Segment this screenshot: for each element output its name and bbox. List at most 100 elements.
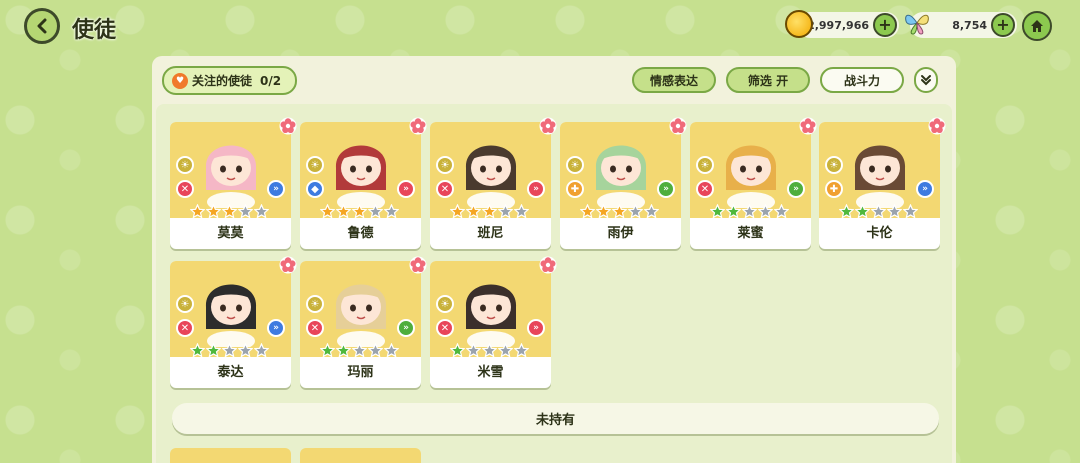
apostle-card[interactable]: ☀ ✕ » 莱蜜 bbox=[690, 117, 817, 249]
sun-attribute-icon: ☀ bbox=[696, 156, 714, 174]
star-empty-icon bbox=[903, 204, 918, 219]
unowned-card-peek[interactable] bbox=[170, 448, 291, 463]
star-filled-icon bbox=[482, 204, 497, 219]
star-empty-icon bbox=[254, 343, 269, 358]
flower-icon[interactable] bbox=[279, 117, 297, 135]
star-filled-icon bbox=[206, 343, 221, 358]
star-empty-icon bbox=[466, 343, 481, 358]
add-gold-button[interactable]: + bbox=[873, 13, 897, 37]
star-empty-icon bbox=[352, 343, 367, 358]
sun-attribute-icon: ☀ bbox=[306, 156, 324, 174]
home-button[interactable] bbox=[1022, 11, 1052, 41]
position-icon: » bbox=[267, 180, 285, 198]
filter-button[interactable]: 筛选 开 bbox=[726, 67, 810, 93]
attack-role-icon: ✕ bbox=[436, 319, 454, 337]
star-filled-icon bbox=[450, 204, 465, 219]
sun-attribute-icon: ☀ bbox=[825, 156, 843, 174]
star-empty-icon bbox=[871, 204, 886, 219]
position-icon: » bbox=[527, 319, 545, 337]
position-icon: » bbox=[916, 180, 934, 198]
apostle-card[interactable]: ☀ ✚ » 雨伊 bbox=[560, 117, 687, 249]
apostle-card[interactable]: ☀ ✕ » 莫莫 bbox=[170, 117, 297, 249]
unowned-section-header[interactable]: 未持有 bbox=[172, 403, 939, 434]
apostle-name: 莱蜜 bbox=[737, 226, 764, 241]
position-icon: » bbox=[657, 180, 675, 198]
apostle-portrait bbox=[335, 145, 387, 208]
star-empty-icon bbox=[887, 204, 902, 219]
apostle-name: 班尼 bbox=[477, 226, 504, 241]
flower-icon[interactable] bbox=[409, 256, 427, 274]
star-filled-icon bbox=[710, 204, 725, 219]
star-filled-icon bbox=[336, 204, 351, 219]
star-empty-icon bbox=[368, 343, 383, 358]
apostle-portrait bbox=[335, 284, 387, 347]
sun-attribute-icon: ☀ bbox=[436, 156, 454, 174]
apostle-card[interactable]: ☀ ✕ » 班尼 bbox=[430, 117, 557, 249]
star-filled-icon bbox=[612, 204, 627, 219]
flower-icon[interactable] bbox=[539, 117, 557, 135]
star-filled-icon bbox=[190, 343, 205, 358]
apostle-name: 玛丽 bbox=[347, 365, 374, 380]
star-filled-icon bbox=[320, 343, 335, 358]
star-rating bbox=[320, 343, 399, 358]
apostle-card[interactable]: ☀ ✚ » 卡伦 bbox=[819, 117, 946, 249]
home-icon bbox=[1031, 20, 1043, 32]
star-rating bbox=[710, 204, 789, 219]
star-rating bbox=[580, 204, 659, 219]
power-sort-button[interactable]: 战斗力 bbox=[820, 67, 904, 93]
star-empty-icon bbox=[254, 204, 269, 219]
star-empty-icon bbox=[628, 204, 643, 219]
favorites-filter[interactable]: ♥ 关注的使徒 0/2 bbox=[162, 66, 297, 95]
star-empty-icon bbox=[774, 204, 789, 219]
star-filled-icon bbox=[726, 204, 741, 219]
apostle-portrait bbox=[465, 145, 517, 208]
star-empty-icon bbox=[482, 343, 497, 358]
star-filled-icon bbox=[580, 204, 595, 219]
attack-role-icon: ✕ bbox=[696, 180, 714, 198]
star-filled-icon bbox=[352, 204, 367, 219]
apostle-card[interactable]: ☀ ✕ » 泰达 bbox=[170, 256, 297, 388]
collapse-button[interactable] bbox=[914, 67, 938, 93]
attack-role-icon: ✕ bbox=[176, 319, 194, 337]
back-button[interactable] bbox=[24, 8, 60, 44]
apostle-portrait bbox=[465, 284, 517, 347]
flower-icon[interactable] bbox=[799, 117, 817, 135]
flower-icon[interactable] bbox=[669, 117, 687, 135]
star-filled-icon bbox=[336, 343, 351, 358]
star-empty-icon bbox=[238, 343, 253, 358]
flower-icon[interactable] bbox=[279, 256, 297, 274]
position-icon: » bbox=[397, 180, 415, 198]
unowned-card-peek[interactable] bbox=[300, 448, 421, 463]
apostle-card[interactable]: ☀ ◆ » 鲁德 bbox=[300, 117, 427, 249]
gold-amount: 2,997,966 bbox=[807, 18, 869, 32]
apostle-name: 卡伦 bbox=[866, 226, 893, 241]
flower-icon[interactable] bbox=[409, 117, 427, 135]
apostle-card[interactable]: ☀ ✕ » 玛丽 bbox=[300, 256, 427, 388]
flower-icon[interactable] bbox=[928, 117, 946, 135]
star-empty-icon bbox=[498, 343, 513, 358]
position-icon: » bbox=[787, 180, 805, 198]
star-empty-icon bbox=[758, 204, 773, 219]
chevron-left-icon bbox=[37, 18, 47, 34]
apostle-portrait bbox=[725, 145, 777, 208]
apostle-name: 鲁德 bbox=[347, 226, 374, 241]
star-filled-icon bbox=[855, 204, 870, 219]
star-empty-icon bbox=[742, 204, 757, 219]
apostle-name: 米雪 bbox=[477, 365, 504, 380]
star-empty-icon bbox=[384, 204, 399, 219]
sun-attribute-icon: ☀ bbox=[566, 156, 584, 174]
star-filled-icon bbox=[320, 204, 335, 219]
star-empty-icon bbox=[514, 343, 529, 358]
apostle-card[interactable]: ☀ ✕ » 米雪 bbox=[430, 256, 557, 388]
double-chevron-down-icon bbox=[921, 75, 931, 86]
emote-button[interactable]: 情感表达 bbox=[632, 67, 716, 93]
heart-icon: ♥ bbox=[172, 72, 188, 89]
position-icon: » bbox=[267, 319, 285, 337]
apostle-name: 泰达 bbox=[217, 365, 244, 380]
star-filled-icon bbox=[839, 204, 854, 219]
attack-role-icon: ✕ bbox=[176, 180, 194, 198]
flower-icon[interactable] bbox=[539, 256, 557, 274]
page-title: 使徒 bbox=[72, 18, 117, 43]
sun-attribute-icon: ☀ bbox=[306, 295, 324, 313]
add-gem-button[interactable]: + bbox=[991, 13, 1015, 37]
